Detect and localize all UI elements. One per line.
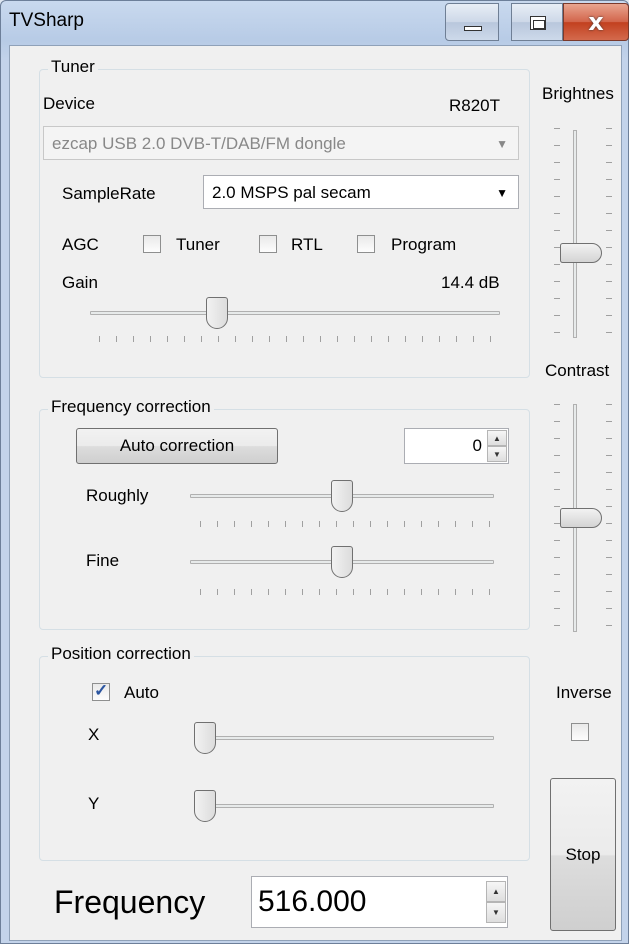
frequency-input[interactable]: 516.000 ▲ ▼ (251, 876, 508, 928)
minimize-icon (464, 26, 482, 31)
title-bar[interactable]: TVSharp x (1, 1, 629, 45)
tuner-group-label: Tuner (48, 57, 98, 77)
fine-slider-ticks (200, 589, 490, 595)
device-select[interactable]: ezcap USB 2.0 DVB-T/DAB/FM dongle ▼ (43, 126, 519, 160)
gain-slider-track[interactable] (90, 311, 500, 315)
x-slider-track[interactable] (194, 736, 494, 740)
fine-label: Fine (86, 551, 120, 570)
samplerate-label: SampleRate (62, 184, 156, 203)
close-button[interactable]: x (563, 3, 629, 41)
brightness-slider-track[interactable] (573, 130, 577, 338)
frequency-correction-spinner[interactable]: 0 ▲ ▼ (404, 428, 509, 464)
frequency-correction-value: 0 (472, 436, 482, 455)
x-label: X (88, 725, 100, 744)
stop-button[interactable]: Stop (550, 778, 616, 931)
close-icon: x (588, 8, 604, 36)
device-model: R820T (449, 96, 501, 115)
maximize-button[interactable] (511, 3, 563, 41)
fine-slider-thumb[interactable] (331, 546, 353, 578)
arrow-up-icon[interactable]: ▲ (486, 881, 506, 902)
auto-correction-button[interactable]: Auto correction (76, 428, 278, 464)
position-correction-group: Position correction (39, 644, 530, 861)
inverse-label: Inverse (556, 683, 612, 702)
agc-program-checkbox[interactable] (357, 235, 375, 253)
frequency-correction-label: Frequency correction (48, 397, 214, 417)
position-auto-label[interactable]: Auto (124, 683, 159, 703)
agc-tuner-checkbox[interactable] (143, 235, 161, 253)
chevron-down-icon: ▼ (496, 186, 508, 200)
arrow-down-icon[interactable]: ▼ (486, 902, 506, 923)
brightness-ticks-left (554, 128, 560, 334)
samplerate-select[interactable]: 2.0 MSPS pal secam ▼ (203, 175, 519, 209)
frequency-label: Frequency (54, 884, 206, 920)
contrast-label: Contrast (545, 361, 610, 380)
arrow-down-icon[interactable]: ▼ (487, 446, 507, 462)
stop-button-label: Stop (565, 845, 601, 864)
agc-tuner-label[interactable]: Tuner (176, 235, 220, 255)
contrast-slider-thumb[interactable] (560, 508, 602, 528)
position-auto-checkbox[interactable] (92, 681, 110, 701)
client-area: Tuner Device R820T ezcap USB 2.0 DVB-T/D… (9, 45, 622, 941)
frequency-value: 516.000 (258, 885, 367, 918)
arrow-up-icon[interactable]: ▲ (487, 430, 507, 446)
roughly-slider-ticks (200, 521, 490, 527)
auto-correction-button-label: Auto correction (119, 436, 235, 455)
gain-label: Gain (62, 273, 98, 292)
y-label: Y (88, 794, 100, 813)
agc-rtl-checkbox[interactable] (259, 235, 277, 253)
gain-value: 14.4 dB (441, 273, 500, 292)
device-select-value: ezcap USB 2.0 DVB-T/DAB/FM dongle (52, 134, 346, 153)
x-slider-thumb[interactable] (194, 722, 216, 754)
minimize-button[interactable] (445, 3, 499, 41)
tvsharp-window: TVSharp x Tuner Device R820T ezcap USB 2… (0, 0, 629, 944)
agc-label: AGC (62, 235, 99, 254)
chevron-down-icon: ▼ (496, 137, 508, 151)
agc-rtl-label[interactable]: RTL (291, 235, 323, 255)
gain-slider-thumb[interactable] (206, 297, 229, 329)
position-correction-label: Position correction (48, 644, 194, 664)
brightness-ticks-right (606, 128, 612, 334)
brightness-slider-thumb[interactable] (560, 242, 602, 263)
window-title: TVSharp (9, 10, 84, 31)
y-slider-track[interactable] (194, 804, 494, 808)
agc-program-label[interactable]: Program (391, 235, 456, 255)
contrast-ticks-right (606, 404, 612, 630)
samplerate-select-value: 2.0 MSPS pal secam (212, 183, 371, 202)
roughly-slider-thumb[interactable] (331, 480, 353, 512)
roughly-label: Roughly (86, 486, 149, 505)
brightness-label: Brightnes (542, 84, 614, 103)
device-label: Device (43, 94, 95, 113)
inverse-checkbox[interactable] (571, 723, 589, 741)
y-slider-thumb[interactable] (194, 790, 216, 822)
maximize-icon (530, 16, 546, 30)
gain-slider-ticks (99, 336, 499, 342)
